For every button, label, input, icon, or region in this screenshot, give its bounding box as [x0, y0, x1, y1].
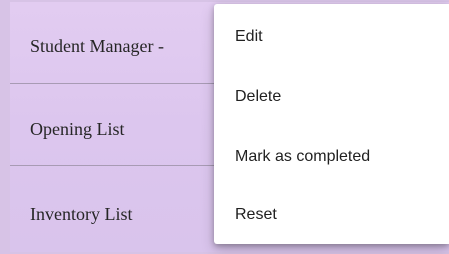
- menu-item-mark-as-completed[interactable]: Mark as completed: [214, 130, 449, 182]
- menu-item-label: Reset: [235, 206, 277, 223]
- list-item-label: Opening List: [30, 119, 125, 139]
- menu-item-label: Edit: [235, 28, 263, 45]
- menu-item-label: Delete: [235, 88, 282, 105]
- menu-item-edit[interactable]: Edit: [214, 10, 449, 62]
- menu-item-reset[interactable]: Reset: [214, 190, 449, 242]
- list-item-label: Inventory List: [30, 204, 133, 224]
- context-menu: Edit Delete Mark as completed Reset: [214, 4, 449, 244]
- list-item-label: Student Manager -: [30, 36, 164, 56]
- menu-item-delete[interactable]: Delete: [214, 70, 449, 122]
- menu-item-label: Mark as completed: [235, 148, 371, 165]
